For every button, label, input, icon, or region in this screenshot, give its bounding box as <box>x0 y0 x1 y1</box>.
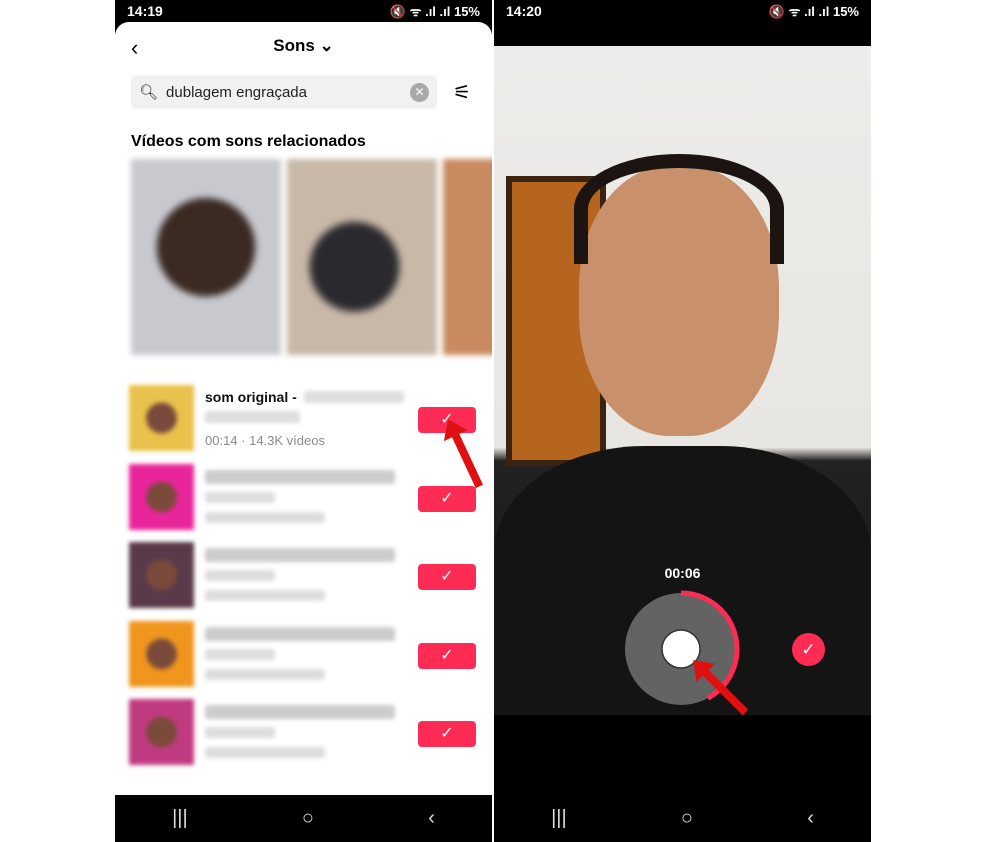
search-value: dublagem engraçada <box>166 83 307 101</box>
sheet-title[interactable]: Sons ⌄ <box>115 36 492 62</box>
confirm-button[interactable]: ✓ <box>792 633 825 666</box>
recents-button[interactable]: ||| <box>551 807 567 830</box>
sound-thumbnail <box>129 542 194 608</box>
sound-item[interactable]: ✓ <box>129 620 479 689</box>
sound-item[interactable]: ✓ <box>129 699 479 767</box>
video-thumbnail[interactable] <box>131 159 281 355</box>
use-sound-button[interactable]: ✓ <box>418 564 476 590</box>
clock: 14:20 <box>506 3 542 19</box>
sound-item[interactable]: ✓ <box>129 542 479 610</box>
back-button[interactable]: ‹ <box>428 807 435 830</box>
search-icon: 🔍︎ <box>139 84 159 101</box>
video-thumbnail[interactable] <box>443 159 492 355</box>
clock: 14:19 <box>127 3 163 19</box>
hair <box>574 154 784 264</box>
use-sound-button[interactable]: ✓ <box>418 721 476 747</box>
sounds-sheet: ‹ Sons ⌄ 🔍︎ dublagem engraçada ✕ ⚟ Vídeos … <box>115 22 492 795</box>
record-timer: 00:06 <box>664 565 701 581</box>
section-title: Vídeos com sons relacionados <box>131 133 366 150</box>
filter-icon[interactable]: ⚟ <box>453 80 471 105</box>
status-bar: 14:19 🔇 ᯤ .ıl .ıl 15% <box>115 0 492 22</box>
use-sound-button[interactable]: ✓ <box>418 485 476 512</box>
sound-thumbnail <box>129 699 194 765</box>
home-button[interactable]: ○ <box>302 807 314 830</box>
home-button[interactable]: ○ <box>681 807 693 830</box>
nav-bar: ||| ○ ‹ <box>494 795 871 842</box>
status-bar: 14:20 🔇 ᯤ .ıl .ıl 15% <box>494 0 871 22</box>
clear-icon[interactable]: ✕ <box>410 82 429 102</box>
use-sound-button[interactable]: ✓ <box>418 642 476 669</box>
right-phone: 14:20 🔇 ᯤ .ıl .ıl 15% 00:06 ✓ ||| ○ ‹ <box>494 0 871 842</box>
search-input[interactable]: 🔍︎ dublagem engraçada ✕ <box>131 75 437 109</box>
sound-item[interactable]: som original - 00:14 · 14.3K vídeos✓ <box>129 385 479 453</box>
sound-meta: 00:14 · 14.3K vídeos <box>205 433 325 448</box>
related-videos <box>131 159 492 355</box>
recents-button[interactable]: ||| <box>172 807 188 830</box>
video-thumbnail[interactable] <box>287 159 437 355</box>
sound-thumbnail <box>129 463 194 530</box>
status-icons: 🔇 ᯤ .ıl .ıl 15% <box>768 4 859 19</box>
sound-thumbnail <box>129 620 194 687</box>
sound-title: som original - <box>205 389 297 405</box>
back-button[interactable]: ‹ <box>807 807 814 830</box>
left-phone: 14:19 🔇 ᯤ .ıl .ıl 15% ‹ Sons ⌄ 🔍︎ dublagem… <box>115 0 492 842</box>
nav-bar: ||| ○ ‹ <box>115 795 492 842</box>
status-icons: 🔇 ᯤ .ıl .ıl 15% <box>389 4 480 19</box>
sound-thumbnail <box>129 385 194 451</box>
sound-item[interactable]: ✓ <box>129 463 479 532</box>
